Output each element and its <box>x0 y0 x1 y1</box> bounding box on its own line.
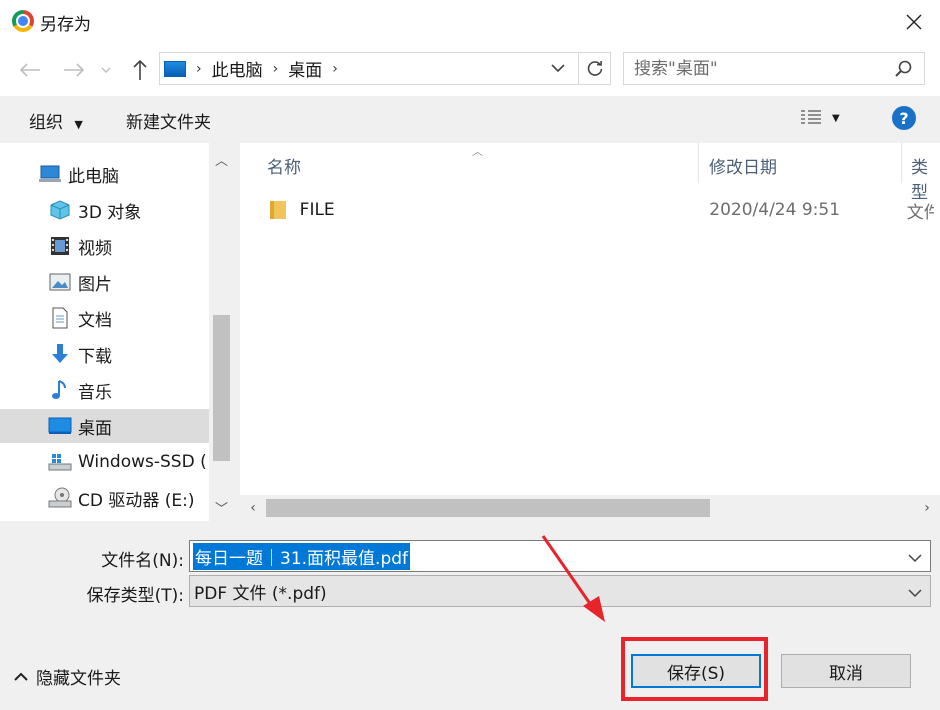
back-button[interactable] <box>16 56 44 84</box>
nav-item-documents[interactable]: 文档 <box>0 301 209 335</box>
nav-item-downloads[interactable]: 下载 <box>0 337 209 371</box>
nav-item-3d-objects[interactable]: 3D 对象 <box>0 193 209 227</box>
arrow-left-icon <box>19 63 40 77</box>
breadcrumb-this-pc[interactable]: 此电脑 <box>212 56 263 81</box>
file-list: ︿ 名称 修改日期 类型 FILE 2020/4/24 9:51 文件 ‹ › <box>240 143 940 521</box>
command-bar: 组织 ▼ 新建文件夹 ▼ <box>0 96 940 143</box>
filename-field[interactable]: 每日一题｜31.面积最值.pdf <box>189 540 931 572</box>
caret-down-icon: ▼ <box>74 118 83 131</box>
chevron-down-icon <box>551 64 565 73</box>
column-header-name[interactable]: 名称 <box>267 153 301 178</box>
filename-label: 文件名(N): <box>101 551 184 571</box>
recent-locations-button[interactable] <box>96 56 116 84</box>
scrollbar-thumb[interactable] <box>213 315 230 461</box>
address-bar[interactable]: › 此电脑 › 桌面 › <box>159 52 611 85</box>
folder-icon <box>270 201 286 219</box>
up-button[interactable] <box>126 56 154 84</box>
computer-icon <box>38 162 62 186</box>
cd-drive-icon <box>48 486 72 510</box>
document-icon <box>48 306 72 330</box>
cube-icon <box>48 198 72 222</box>
nav-pane-scrollbar[interactable]: ︿ ﹀ <box>209 143 234 521</box>
chevron-down-icon[interactable] <box>908 583 922 603</box>
nav-item-videos[interactable]: 视频 <box>0 229 209 263</box>
close-icon <box>906 14 922 30</box>
filename-input[interactable]: 每日一题｜31.面积最值.pdf <box>193 542 411 570</box>
nav-item-pictures[interactable]: 图片 <box>0 265 209 299</box>
refresh-icon <box>587 60 602 76</box>
nav-item-music[interactable]: 音乐 <box>0 373 209 407</box>
column-header-date-modified[interactable]: 修改日期 <box>709 153 777 178</box>
nav-item-windows-ssd[interactable]: Windows-SSD ( <box>0 445 209 479</box>
desktop-icon <box>48 414 72 438</box>
address-history-button[interactable] <box>544 53 572 84</box>
hide-folders-label: 隐藏文件夹 <box>36 669 121 689</box>
hide-folders-toggle[interactable]: 隐藏文件夹 <box>14 664 121 689</box>
scrollbar-thumb[interactable] <box>266 499 710 517</box>
search-box <box>623 52 925 85</box>
file-row[interactable]: FILE 2020/4/24 9:51 文件 <box>264 195 934 225</box>
filetype-value: PDF 文件 (*.pdf) <box>194 583 327 604</box>
chrome-icon <box>12 10 34 32</box>
chevron-down-icon <box>101 67 111 73</box>
search-input[interactable] <box>624 53 874 84</box>
picture-icon <box>48 270 72 294</box>
file-list-horizontal-scrollbar[interactable]: ‹ › <box>240 495 940 521</box>
refresh-button[interactable] <box>578 53 610 84</box>
navigation-bar: › 此电脑 › 桌面 › <box>0 44 940 96</box>
arrow-up-icon <box>133 59 147 80</box>
organize-button[interactable]: 组织 ▼ <box>29 108 83 133</box>
save-button[interactable]: 保存(S) <box>631 654 761 688</box>
forward-button[interactable] <box>60 56 88 84</box>
nav-item-desktop[interactable]: 桌面 <box>0 409 209 443</box>
scroll-down-icon[interactable]: ﹀ <box>209 493 234 521</box>
arrow-right-icon <box>64 63 85 77</box>
file-modified: 2020/4/24 9:51 <box>709 200 841 220</box>
breadcrumb-separator-icon: › <box>272 60 279 77</box>
filetype-select[interactable]: PDF 文件 (*.pdf) <box>189 575 931 607</box>
details-view-icon <box>801 110 821 124</box>
column-divider[interactable] <box>901 143 902 183</box>
chevron-down-icon[interactable] <box>908 548 922 568</box>
file-name: FILE <box>299 200 335 220</box>
nav-item-this-pc[interactable]: 此电脑 <box>0 157 209 191</box>
caret-down-icon: ▼ <box>832 112 840 124</box>
scroll-left-icon[interactable]: ‹ <box>240 495 266 521</box>
scroll-up-icon[interactable]: ︿ <box>209 145 234 173</box>
close-button[interactable] <box>896 4 932 40</box>
help-icon[interactable]: ? <box>892 106 916 130</box>
sort-ascending-icon: ︿ <box>472 145 483 158</box>
navigation-pane: 此电脑 3D 对象 视频 图片 文档 下载 音乐 桌面 Windows-SSD … <box>0 143 234 521</box>
download-icon <box>48 342 72 366</box>
nav-item-cd-drive[interactable]: CD 驱动器 (E:) <box>0 481 209 515</box>
search-icon[interactable] <box>894 59 914 84</box>
file-type: 文件 <box>906 202 934 223</box>
filetype-label: 保存类型(T): <box>86 586 184 606</box>
title-bar: 另存为 <box>0 0 940 44</box>
drive-icon <box>48 450 72 474</box>
column-divider[interactable] <box>698 143 699 183</box>
scroll-right-icon[interactable]: › <box>914 495 940 521</box>
breadcrumb-desktop[interactable]: 桌面 <box>288 56 322 81</box>
cancel-button[interactable]: 取消 <box>781 654 911 688</box>
breadcrumb-separator-icon[interactable]: › <box>332 61 338 77</box>
new-folder-button[interactable]: 新建文件夹 <box>126 108 211 133</box>
chevron-up-icon <box>14 672 28 681</box>
breadcrumb-separator-icon: › <box>196 60 202 77</box>
music-icon <box>48 378 72 402</box>
window-title: 另存为 <box>40 15 91 35</box>
change-view-button[interactable]: ▼ <box>800 104 856 132</box>
organize-label: 组织 <box>29 113 63 133</box>
desktop-icon <box>164 60 186 77</box>
film-icon <box>48 234 72 258</box>
